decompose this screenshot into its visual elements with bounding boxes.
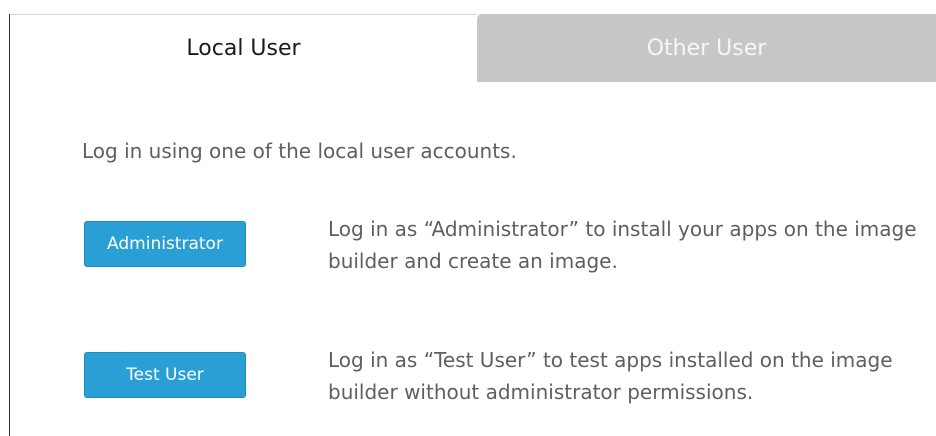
tab-other-user-label: Other User bbox=[646, 35, 767, 61]
administrator-button[interactable]: Administrator bbox=[84, 221, 246, 267]
tab-local-user[interactable]: Local User bbox=[10, 14, 477, 82]
intro-text: Log in using one of the local user accou… bbox=[82, 139, 517, 163]
tab-local-user-label: Local User bbox=[186, 36, 301, 61]
test-user-description: Log in as “Test User” to test apps insta… bbox=[328, 348, 893, 404]
tab-other-user[interactable]: Other User bbox=[477, 14, 936, 82]
test-user-button[interactable]: Test User bbox=[84, 352, 246, 398]
login-panel: Local User Other User Log in using one o… bbox=[0, 0, 936, 436]
administrator-description: Log in as “Administrator” to install you… bbox=[328, 217, 917, 273]
user-type-tabs: Local User Other User bbox=[10, 14, 936, 84]
